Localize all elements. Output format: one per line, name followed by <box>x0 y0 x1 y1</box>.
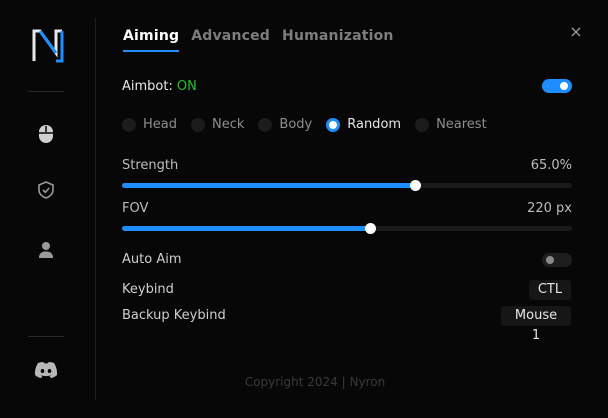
keybind-button[interactable]: CTL <box>529 280 571 300</box>
fov-slider-thumb[interactable] <box>364 223 376 234</box>
copyright-footer: Copyright 2024 | Nyron <box>244 375 386 389</box>
toggle-knob <box>560 82 568 90</box>
app-window: Aiming Advanced Humanization × Aimbot: ON… <box>0 0 608 418</box>
sidebar-divider <box>28 336 64 337</box>
tab-advanced[interactable]: Advanced <box>191 28 270 52</box>
strength-slider[interactable] <box>122 180 572 191</box>
radio-dot <box>326 117 341 132</box>
radio-neck[interactable]: Neck <box>191 117 244 132</box>
auto-aim-label: Auto Aim <box>122 252 182 267</box>
radio-nearest[interactable]: Nearest <box>415 117 487 132</box>
fov-value: 220 px <box>527 201 572 216</box>
aimbot-row: Aimbot: ON <box>122 79 197 94</box>
radio-dot <box>415 117 430 132</box>
toggle-knob <box>546 256 554 264</box>
strength-slider-thumb[interactable] <box>409 180 421 191</box>
shield-icon[interactable] <box>36 180 56 200</box>
auto-aim-toggle[interactable] <box>542 253 572 267</box>
radio-label: Random <box>347 117 402 132</box>
tab-aiming[interactable]: Aiming <box>123 28 180 52</box>
radio-label: Body <box>279 117 313 132</box>
nyron-logo-icon <box>32 29 64 63</box>
radio-dot <box>258 117 273 132</box>
user-icon[interactable] <box>36 240 56 260</box>
radio-label: Head <box>143 117 177 132</box>
target-radio-group: Head Neck Body Random Nearest <box>122 117 501 132</box>
strength-slider-fill <box>122 183 415 188</box>
keybind-label: Keybind <box>122 282 174 297</box>
mouse-icon[interactable] <box>36 124 56 144</box>
fov-label: FOV <box>122 201 149 216</box>
radio-dot <box>122 117 136 132</box>
radio-label: Nearest <box>436 117 487 132</box>
strength-label: Strength <box>122 158 179 173</box>
fov-slider-fill <box>122 226 370 231</box>
radio-head[interactable]: Head <box>122 117 177 132</box>
radio-random[interactable]: Random <box>326 117 401 132</box>
aimbot-status: ON <box>176 79 197 94</box>
radio-label: Neck <box>212 117 245 132</box>
strength-value: 65.0% <box>530 158 572 173</box>
close-icon[interactable]: × <box>568 24 584 40</box>
fov-slider[interactable] <box>122 223 572 234</box>
sidebar-divider <box>28 91 64 92</box>
aimbot-toggle[interactable] <box>542 79 572 93</box>
backup-keybind-button[interactable]: Mouse 1 <box>501 306 571 343</box>
aimbot-label: Aimbot: <box>122 79 173 94</box>
tab-humanization[interactable]: Humanization <box>282 28 394 52</box>
radio-dot <box>191 117 205 132</box>
radio-body[interactable]: Body <box>258 117 312 132</box>
backup-keybind-label: Backup Keybind <box>122 308 226 323</box>
tab-bar: Aiming Advanced Humanization <box>123 28 406 52</box>
sidebar <box>10 18 96 400</box>
